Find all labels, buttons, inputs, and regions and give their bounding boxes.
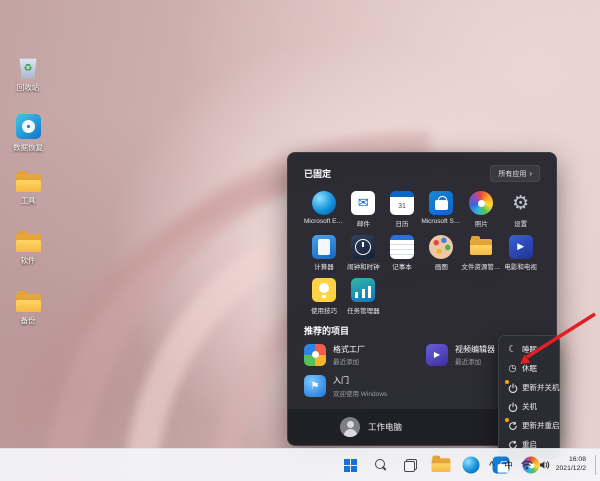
recommended-section-header: 推荐的项目 xyxy=(304,324,349,337)
edge-icon xyxy=(462,457,479,474)
pinned-app-edge[interactable]: Microsoft Edge xyxy=(304,189,344,228)
pinned-app-paint[interactable]: 画图 xyxy=(421,233,461,272)
pinned-app-tips[interactable]: 使用技巧 xyxy=(304,276,344,315)
file-explorer-icon xyxy=(469,235,493,259)
clock-icon xyxy=(351,235,375,259)
pinned-app-settings[interactable]: 设置 xyxy=(501,189,540,228)
desktop-icon-folder-3[interactable]: 备份 xyxy=(3,294,53,326)
avatar xyxy=(340,417,360,437)
format-factory-icon xyxy=(304,344,326,366)
store-icon xyxy=(429,191,453,215)
desktop-icon-label: 数据恢复 xyxy=(13,142,43,153)
clock-date: 2021/12/2 xyxy=(556,465,586,474)
power-item-hibernate[interactable]: ◷ 休眠 xyxy=(503,359,555,378)
pinned-app-mail[interactable]: 邮件 xyxy=(344,189,383,228)
task-manager-icon xyxy=(351,278,375,302)
calendar-icon xyxy=(390,191,414,215)
pinned-section-header: 已固定 xyxy=(304,167,331,180)
update-shutdown-icon xyxy=(507,382,518,393)
power-item-sleep[interactable]: ☾ 睡眠 xyxy=(503,340,555,359)
file-explorer-icon xyxy=(430,455,450,475)
taskbar-file-explorer[interactable] xyxy=(428,453,453,478)
power-item-shutdown[interactable]: 关机 xyxy=(503,397,555,416)
get-started-icon xyxy=(304,375,326,397)
desktop-icon-label: 工具 xyxy=(21,195,36,206)
notepad-icon xyxy=(390,235,414,259)
desktop-icon-folder-2[interactable]: 软件 xyxy=(3,234,53,266)
desktop-icon-folder-1[interactable]: 工具 xyxy=(3,174,53,206)
start-button[interactable] xyxy=(338,453,363,478)
system-tray: ^ 中 16:08 2021/12/2 xyxy=(487,449,598,481)
taskbar: ^ 中 16:08 2021/12/2 xyxy=(0,448,600,481)
shutdown-icon xyxy=(507,401,518,412)
power-item-update-restart[interactable]: 更新并重启 xyxy=(503,416,555,435)
folder-icon xyxy=(16,234,41,252)
all-apps-label: 所有应用 xyxy=(498,169,526,179)
sleep-moon-icon: ☾ xyxy=(507,344,518,355)
search-icon xyxy=(375,459,387,471)
desktop-icon-label: 回收站 xyxy=(17,82,40,93)
all-apps-button[interactable]: 所有应用 › xyxy=(490,165,540,182)
show-desktop-button[interactable] xyxy=(595,455,598,474)
recycle-bin-icon: ♻ xyxy=(18,56,38,79)
taskbar-search-button[interactable] xyxy=(368,453,393,478)
user-account-button[interactable]: 工作电脑 xyxy=(340,417,402,437)
ime-indicator[interactable]: 中 xyxy=(502,457,515,473)
pinned-app-store[interactable]: Microsoft Store xyxy=(421,189,461,228)
lightbulb-icon xyxy=(312,278,336,302)
edge-icon xyxy=(312,191,336,215)
folder-icon xyxy=(16,294,41,312)
pinned-app-movies[interactable]: 电影和电视 xyxy=(501,233,540,272)
update-restart-icon xyxy=(507,420,518,431)
pinned-app-taskmgr[interactable]: 任务管理器 xyxy=(344,276,383,315)
power-flyout-menu: ☾ 睡眠 ◷ 休眠 更新并关机 关机 更新并重启 重启 xyxy=(498,335,560,459)
calculator-icon xyxy=(312,235,336,259)
video-editor-icon xyxy=(426,344,448,366)
desktop-icon-label: 软件 xyxy=(21,255,36,266)
desktop-icon-recovery-app[interactable]: 数据恢复 xyxy=(3,114,53,153)
pinned-app-calendar[interactable]: 日历 xyxy=(383,189,422,228)
taskbar-edge[interactable] xyxy=(458,453,483,478)
hidden-icons-chevron-icon[interactable]: ^ xyxy=(487,458,496,472)
mail-icon xyxy=(351,191,375,215)
recommended-item-get-started[interactable]: 入门 欢迎使用 Windows xyxy=(304,375,418,398)
photos-icon xyxy=(469,191,493,215)
taskbar-clock[interactable]: 16:08 2021/12/2 xyxy=(556,456,589,474)
pinned-apps-grid: Microsoft Edge 邮件 日历 Microsoft Store 照片 … xyxy=(304,189,540,315)
pinned-app-calculator[interactable]: 计算器 xyxy=(304,233,344,272)
folder-icon xyxy=(16,174,41,192)
power-item-update-shutdown[interactable]: 更新并关机 xyxy=(503,378,555,397)
clock-time: 16:08 xyxy=(556,456,586,465)
movies-tv-icon xyxy=(509,235,533,259)
wifi-icon[interactable] xyxy=(521,460,533,470)
pinned-app-clock[interactable]: 闹钟和时钟 xyxy=(344,233,383,272)
disc-app-icon xyxy=(16,114,41,139)
pinned-app-photos[interactable]: 照片 xyxy=(461,189,501,228)
pinned-app-notepad[interactable]: 记事本 xyxy=(383,233,422,272)
recommended-item-format-factory[interactable]: 格式工厂 最近添加 xyxy=(304,344,418,367)
task-view-button[interactable] xyxy=(398,453,423,478)
paint-palette-icon xyxy=(429,235,453,259)
user-name: 工作电脑 xyxy=(368,421,402,433)
chevron-right-icon: › xyxy=(529,169,532,178)
volume-icon[interactable] xyxy=(539,460,550,470)
desktop-icon-label: 备份 xyxy=(21,315,36,326)
task-view-icon xyxy=(404,459,417,472)
pinned-app-explorer[interactable]: 文件资源管理器 xyxy=(461,233,501,272)
windows-logo-icon xyxy=(344,459,357,472)
hibernate-icon: ◷ xyxy=(507,363,518,374)
gear-icon xyxy=(509,191,533,215)
desktop-icon-recycle-bin[interactable]: ♻ 回收站 xyxy=(3,56,53,93)
